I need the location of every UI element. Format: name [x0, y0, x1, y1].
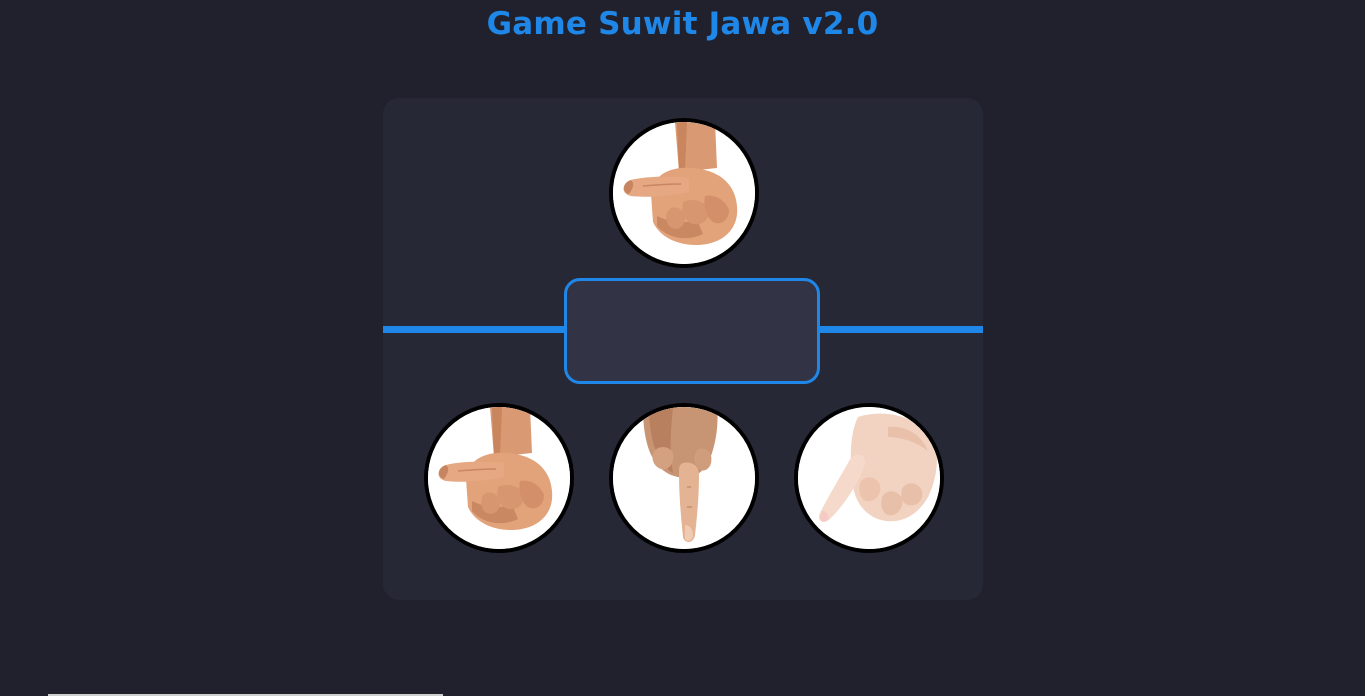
gajah-thumb-icon — [428, 407, 570, 549]
player-choice-orang-button[interactable] — [609, 403, 759, 553]
player-choice-gajah-button[interactable] — [424, 403, 574, 553]
game-board — [383, 98, 983, 600]
player-choice-semut-button[interactable] — [794, 403, 944, 553]
game-page: Game Suwit Jawa v2.0 — [0, 0, 1365, 696]
divider-line-left — [383, 326, 565, 333]
page-title: Game Suwit Jawa v2.0 — [486, 6, 879, 42]
divider-line-right — [818, 326, 983, 333]
result-display — [564, 278, 820, 384]
semut-pinky-finger-icon — [798, 407, 940, 549]
computer-choice-gajah-icon — [609, 118, 759, 268]
orang-index-finger-icon — [613, 407, 755, 549]
